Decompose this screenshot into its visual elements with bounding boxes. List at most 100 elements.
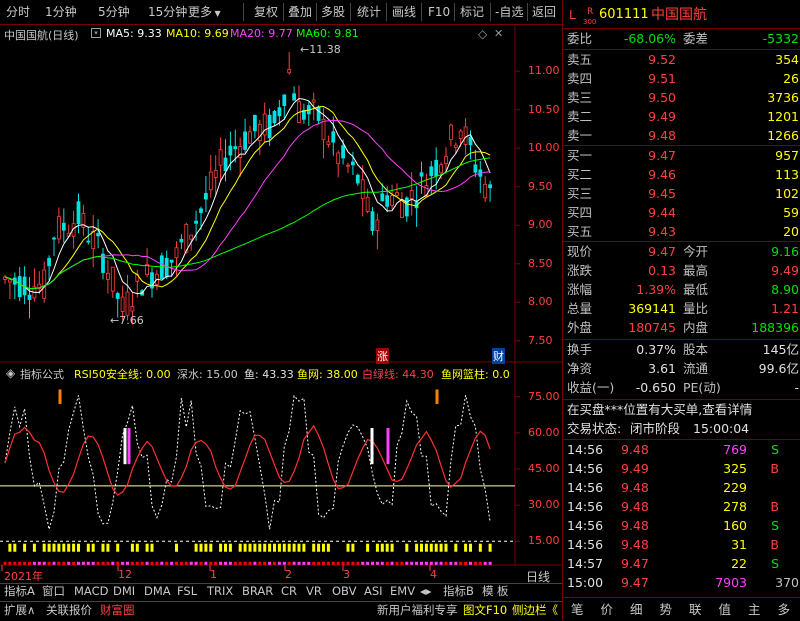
- related-quote-button[interactable]: 关联报价: [46, 602, 92, 619]
- tab-dma[interactable]: DMA: [144, 584, 171, 599]
- back-button[interactable]: 返回: [532, 4, 556, 20]
- tick-row[interactable]: 14:56 9.49 325 B: [563, 460, 800, 478]
- divider: [563, 597, 800, 598]
- f10-button[interactable]: F10: [428, 4, 450, 20]
- tab-cr[interactable]: CR: [281, 584, 297, 599]
- high-price-label: ←11.38: [300, 43, 341, 56]
- tab-vr[interactable]: VR: [306, 584, 322, 599]
- bid-row[interactable]: 买一 9.47 957: [563, 147, 800, 165]
- panel-nav-3[interactable]: 势: [660, 601, 673, 618]
- l-tag: L: [569, 8, 576, 22]
- bid-row[interactable]: 买二 9.46 113: [563, 166, 800, 184]
- period-tab-5min[interactable]: 5分钟: [98, 4, 130, 20]
- panel-nav-4[interactable]: 联: [689, 601, 702, 618]
- bid-row-volume: 59: [783, 205, 799, 220]
- ask-row[interactable]: 卖三 9.50 3736: [563, 89, 800, 107]
- tick-row[interactable]: 14:56 9.48 31 B: [563, 536, 800, 554]
- ma20-value: MA20: 9.77: [230, 27, 293, 40]
- wealth-circle-button[interactable]: 财富圈: [100, 602, 135, 619]
- toolbar-divider: [350, 3, 351, 21]
- stats-button[interactable]: 统计: [357, 4, 381, 20]
- mark-button[interactable]: 标记: [460, 4, 484, 20]
- cai-marker[interactable]: 财: [492, 348, 505, 364]
- signal-dot: [268, 561, 272, 565]
- ma-lines: [4, 97, 491, 295]
- signal-bar: [435, 389, 439, 404]
- tab-obv[interactable]: OBV: [332, 584, 356, 599]
- big-order-notice[interactable]: 在买盘***位置有大买单,查看详情: [563, 401, 800, 419]
- tab-macd[interactable]: MACD: [74, 584, 108, 599]
- period-tab-15min[interactable]: 15分钟: [148, 4, 187, 20]
- tab-brar[interactable]: BRAR: [242, 584, 273, 599]
- remove-watchlist-button[interactable]: -自选: [495, 4, 523, 20]
- ask-row[interactable]: 卖二 9.49 1201: [563, 108, 800, 126]
- stat-row-value2: 9.49: [771, 263, 799, 278]
- x-label-feb: 2: [285, 568, 292, 581]
- candle-body: [115, 293, 120, 299]
- chart-canvas[interactable]: [0, 25, 562, 583]
- tick-row[interactable]: 14:56 9.48 278 B: [563, 498, 800, 516]
- tick-volume: 229: [723, 480, 747, 495]
- zhang-marker[interactable]: 涨: [376, 348, 389, 364]
- new-user-benefit-link[interactable]: 新用户福利专享: [377, 602, 458, 619]
- panel-nav-6[interactable]: 主: [748, 601, 761, 618]
- ask-row-price: 9.52: [648, 52, 676, 67]
- panel-nav-1[interactable]: 价: [601, 601, 614, 618]
- signal-dot: [415, 561, 419, 565]
- tab-emv[interactable]: EMV: [390, 584, 415, 599]
- signal-dot: [356, 561, 360, 565]
- panel-nav-7[interactable]: 多: [778, 601, 791, 618]
- stat-row-label2: 最高: [683, 263, 709, 278]
- indicator-settings-icon[interactable]: ◈: [6, 366, 15, 380]
- tab-indicator-b[interactable]: 指标B: [443, 584, 474, 599]
- tab-ban[interactable]: 板: [497, 584, 509, 599]
- panel-nav-0[interactable]: 笔: [571, 601, 584, 618]
- indicator-name[interactable]: 指标公式: [20, 366, 64, 382]
- graphic-f10-button[interactable]: 图文F10: [463, 602, 507, 619]
- expand-button[interactable]: 扩展∧: [4, 602, 35, 619]
- period-tab-1min[interactable]: 1分钟: [45, 4, 77, 20]
- sidebar-toggle-button[interactable]: 侧边栏《: [512, 602, 558, 619]
- bid-row[interactable]: 买三 9.45 102: [563, 185, 800, 203]
- ma10-line: [4, 105, 491, 290]
- signal-dot: [101, 561, 105, 565]
- bid-row[interactable]: 买五 9.43 20: [563, 223, 800, 241]
- tick-row[interactable]: 14:56 9.48 769 S: [563, 441, 800, 459]
- period-tab-more[interactable]: 更多 ▼: [188, 4, 221, 20]
- panel-nav-2[interactable]: 细: [630, 601, 643, 618]
- tab-trix[interactable]: TRIX: [207, 584, 233, 599]
- multi-stock-button[interactable]: 多股: [321, 4, 345, 20]
- close-icon[interactable]: ✕: [494, 27, 503, 40]
- tick-time: 15:00: [567, 575, 604, 590]
- status-time: 15:00:04: [693, 421, 750, 436]
- signal-dot: [111, 561, 115, 565]
- ask-row[interactable]: 卖一 9.48 1266: [563, 127, 800, 145]
- ask-row[interactable]: 卖四 9.51 26: [563, 70, 800, 88]
- bid-row[interactable]: 买四 9.44 59: [563, 204, 800, 222]
- tab-fsl[interactable]: FSL: [177, 584, 197, 599]
- settings-icon[interactable]: ▾: [91, 28, 101, 38]
- lanzhu-bar: [23, 543, 27, 552]
- overlay-button[interactable]: 叠加: [288, 4, 312, 20]
- diamond-icon[interactable]: ◇: [478, 27, 487, 41]
- tab-indicator-a[interactable]: 指标A: [4, 584, 35, 599]
- fuquan-button[interactable]: 复权: [254, 4, 278, 20]
- bid-row-label: 买三: [567, 186, 593, 201]
- draw-line-button[interactable]: 画线: [392, 4, 416, 20]
- divider: [563, 28, 800, 29]
- bid-row-label: 买一: [567, 148, 593, 163]
- tab-scroll-arrows[interactable]: ◂▸: [420, 584, 432, 599]
- panel-nav-5[interactable]: 值: [719, 601, 732, 618]
- tab-window[interactable]: 窗口: [42, 584, 65, 599]
- period-tab-fenshi[interactable]: 分时: [6, 4, 30, 20]
- tick-row[interactable]: 14:56 9.48 160 S: [563, 517, 800, 535]
- tick-row[interactable]: 14:57 9.47 22 S: [563, 555, 800, 573]
- stat-row-label1: 外盘: [567, 320, 593, 335]
- tab-mo[interactable]: 模: [482, 584, 494, 599]
- ask-row[interactable]: 卖五 9.52 354: [563, 51, 800, 69]
- tick-row[interactable]: 15:00 9.47 7903 370: [563, 574, 800, 592]
- tab-asi[interactable]: ASI: [364, 584, 383, 599]
- tick-row[interactable]: 14:56 9.48 229: [563, 479, 800, 497]
- tab-dmi[interactable]: DMI: [113, 584, 135, 599]
- lanzhu-bar: [8, 543, 12, 552]
